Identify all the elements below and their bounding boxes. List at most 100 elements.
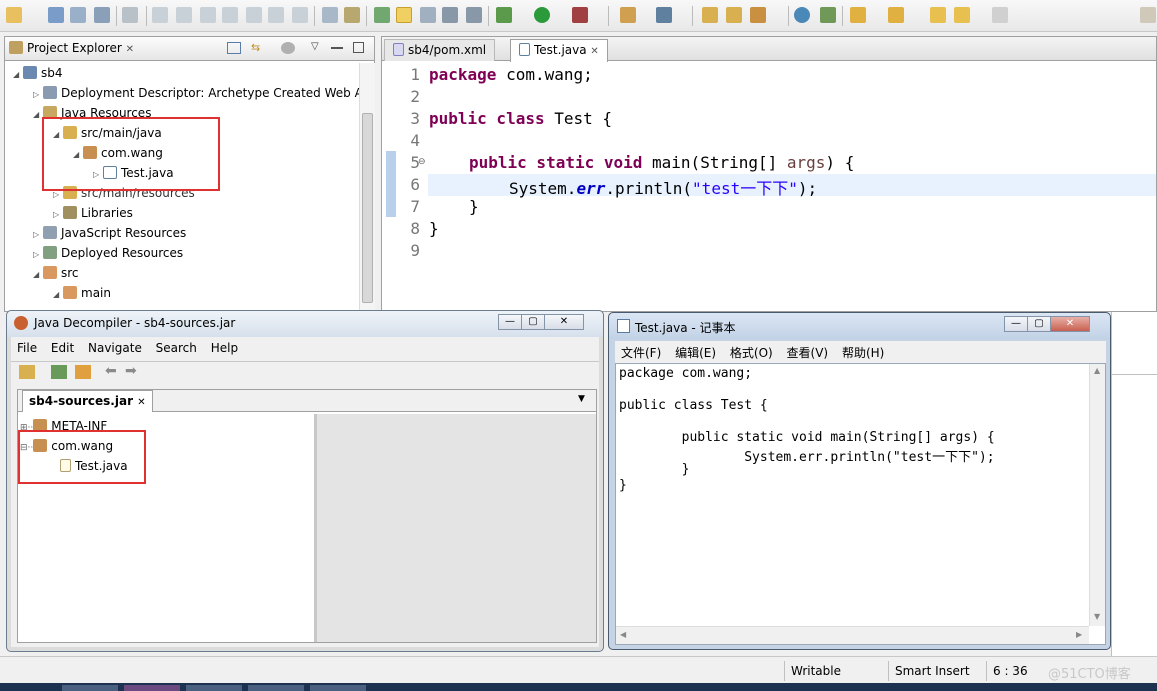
show-whitespace-icon[interactable] [466,7,482,23]
notepad-window: Test.java - 记事本 — ▢ ✕ 文件(F) 编辑(E) 格式(O) 查看… [608,312,1111,650]
open-type-icon[interactable] [344,7,360,23]
minimize-button[interactable]: — [1004,316,1028,332]
tab-sb4-sources-jar[interactable]: sb4-sources.jar ✕ [22,390,153,412]
resume-icon[interactable] [152,7,168,23]
menu-search[interactable]: Search [156,341,197,355]
code-line-5[interactable]: public static void main(String[] args) { [469,153,854,172]
menu-file[interactable]: File [17,341,37,355]
forward-icon[interactable] [992,7,1008,23]
forward-icon[interactable]: ➡ [125,363,137,379]
scroll-left-icon[interactable]: ◀ [620,630,626,639]
tab-test-java[interactable]: Test.java ✕ [510,39,608,62]
back-icon[interactable] [954,7,970,23]
project-explorer-scrollbar[interactable] [359,63,375,311]
status-insert-mode: Smart Insert [888,661,986,681]
close-button[interactable]: ✕ [544,314,584,330]
maximize-button[interactable]: ▢ [521,314,545,330]
print-icon[interactable] [94,7,110,23]
scroll-up-icon[interactable]: ▲ [1094,366,1100,375]
search-tool-icon[interactable] [75,365,91,379]
link-editor-icon[interactable]: ⇆ [251,42,265,54]
notepad-titlebar[interactable]: Test.java - 记事本 — ▢ ✕ [609,313,1110,339]
scrollbar-thumb[interactable] [362,113,373,303]
close-icon[interactable]: ✕ [590,46,598,57]
minimize-button[interactable]: — [498,314,522,330]
new-class-icon[interactable] [656,7,672,23]
console-icon[interactable] [322,7,338,23]
word-wrap-icon[interactable] [442,7,458,23]
notepad-text-area[interactable]: package com.wang; public class Test { pu… [615,363,1106,645]
next-annotation-icon[interactable] [374,7,390,23]
step-return-icon[interactable] [292,7,308,23]
step-into-icon[interactable] [246,7,262,23]
scroll-right-icon[interactable]: ▶ [1076,630,1082,639]
save-icon[interactable] [48,7,64,23]
prev-edit-icon[interactable] [888,7,904,23]
code-line-7[interactable]: } [469,197,479,216]
view-menu-icon[interactable]: ▽ [311,41,319,52]
new-icon[interactable] [6,7,22,23]
menu-navigate[interactable]: Navigate [88,341,142,355]
menu-edit[interactable]: Edit [51,341,74,355]
tree-item-main[interactable]: ◢ main [53,283,111,303]
open-project-icon[interactable] [726,7,742,23]
close-button[interactable]: ✕ [1050,316,1090,332]
decompiler-titlebar[interactable]: Java Decompiler - sb4-sources.jar — ▢ ✕ [7,311,603,337]
tab-pom-xml[interactable]: sb4/pom.xml [384,39,496,61]
close-icon[interactable]: ✕ [137,397,145,408]
scroll-down-icon[interactable]: ▼ [1094,612,1100,621]
tree-item-deployment-descriptor[interactable]: ▷ Deployment Descriptor: Archetype Create… [33,83,363,103]
notepad-vertical-scrollbar[interactable]: ▲ ▼ [1089,364,1105,626]
maximize-icon[interactable] [353,42,364,53]
build-icon[interactable] [750,7,766,23]
filters-icon[interactable] [281,42,295,54]
open-file-icon[interactable] [19,365,35,379]
menu-view[interactable]: 查看(V) [787,344,829,361]
step-over-icon[interactable] [268,7,284,23]
tree-item-src[interactable]: ◢ src [33,263,79,283]
mark-occurrences-icon[interactable] [396,7,412,23]
globe-icon[interactable] [794,7,810,23]
last-edit-icon[interactable] [930,7,946,23]
tree-item-deployed-resources[interactable]: ▷ Deployed Resources [33,243,183,263]
fold-icon[interactable]: ⊖ [418,157,426,167]
block-selection-icon[interactable] [420,7,436,23]
perspective-icon[interactable] [1140,7,1156,23]
project-explorer-tab[interactable]: Project Explorer ✕ [9,41,134,55]
tree-item-javascript-resources[interactable]: ▷ JavaScript Resources [33,223,186,243]
search-icon[interactable] [820,7,836,23]
run-icon[interactable] [534,7,550,23]
notepad-horizontal-scrollbar[interactable]: ◀ ▶ [616,626,1089,644]
code-line-3[interactable]: public class Test { [429,109,612,128]
new-server-icon[interactable] [620,7,636,23]
suspend-icon[interactable] [176,7,192,23]
menu-format[interactable]: 格式(O) [730,344,773,361]
menu-edit[interactable]: 编辑(E) [675,344,716,361]
debug-icon[interactable] [496,7,512,23]
open-type-icon[interactable] [51,365,67,379]
collapse-all-icon[interactable] [227,42,241,54]
close-icon[interactable]: ✕ [126,44,134,55]
main-toolbar [0,0,1157,32]
menu-help[interactable]: Help [211,341,238,355]
terminate-icon[interactable] [200,7,216,23]
editor-tabbar: sb4/pom.xml Test.java ✕ [382,37,1156,62]
tree-item-sb4[interactable]: ◢ sb4 [13,63,63,83]
code-editor: sb4/pom.xml Test.java ✕ 1 2 3 4 5 6 7 8 … [381,36,1157,312]
maximize-button[interactable]: ▢ [1027,316,1051,332]
skip-breakpoints-icon[interactable] [122,7,138,23]
save-all-icon[interactable] [70,7,86,23]
tab-menu-icon[interactable]: ▼ [578,394,585,404]
menu-help[interactable]: 帮助(H) [842,344,884,361]
disconnect-icon[interactable] [222,7,238,23]
code-line-1[interactable]: package com.wang; [429,65,593,84]
code-line-8[interactable]: } [429,219,439,238]
code-line-6[interactable]: System.err.println("test一下下"); [509,175,817,199]
back-icon[interactable]: ⬅ [105,363,117,379]
open-folder-icon[interactable] [702,7,718,23]
minimize-icon[interactable] [331,47,343,50]
next-edit-icon[interactable] [850,7,866,23]
menu-file[interactable]: 文件(F) [621,344,661,361]
tree-item-libraries[interactable]: ▷ Libraries [53,203,133,223]
external-tools-icon[interactable] [572,7,588,23]
